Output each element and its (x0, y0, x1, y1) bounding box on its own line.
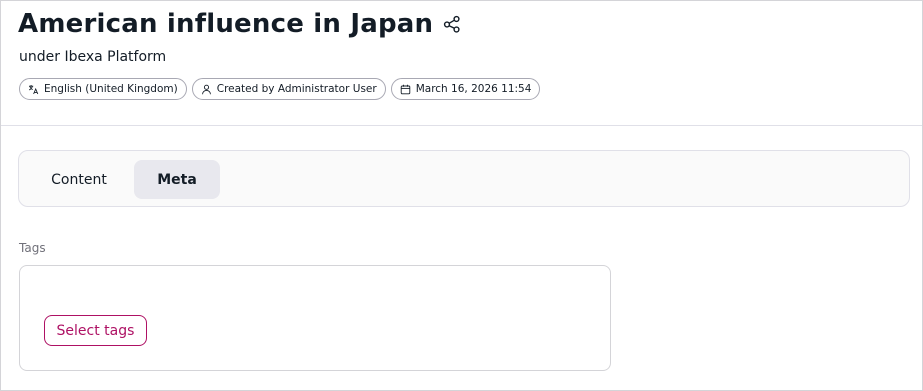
page-title: American influence in Japan (18, 9, 434, 39)
creator-pill: Created by Administrator User (191, 78, 386, 100)
language-label: English (United Kingdom) (44, 83, 178, 95)
location-subtitle: under Ibexa Platform (19, 49, 167, 65)
title-row: American influence in Japan (18, 6, 461, 42)
meta-pills: English (United Kingdom) Created by Admi… (19, 78, 541, 100)
tags-field-label: Tags (19, 241, 46, 255)
tags-field: Select tags (19, 265, 611, 371)
tab-meta[interactable]: Meta (134, 160, 220, 199)
user-icon (201, 84, 212, 95)
calendar-icon (400, 84, 411, 95)
date-pill: March 16, 2026 11:54 (390, 78, 541, 100)
content-header: American influence in Japan under Ibexa … (1, 1, 922, 126)
share-icon[interactable] (443, 15, 461, 33)
translation-icon (28, 84, 39, 95)
date-label: March 16, 2026 11:54 (415, 83, 532, 95)
content-tabs: Content Meta (18, 150, 910, 207)
select-tags-button[interactable]: Select tags (44, 315, 147, 346)
creator-label: Created by Administrator User (216, 83, 377, 95)
language-pill: English (United Kingdom) (19, 78, 187, 100)
tab-content[interactable]: Content (33, 160, 125, 199)
content-view-frame: American influence in Japan under Ibexa … (0, 0, 923, 391)
